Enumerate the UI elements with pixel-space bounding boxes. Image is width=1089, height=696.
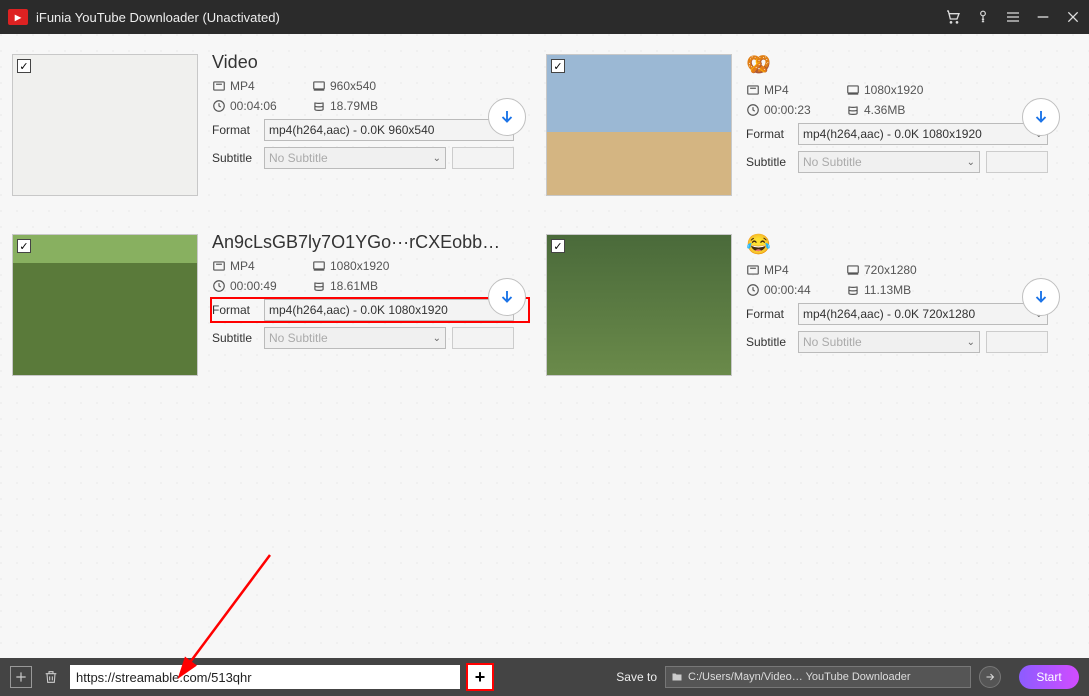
- format-badge: MP4: [212, 259, 294, 273]
- resolution-badge: 720x1280: [846, 263, 946, 277]
- download-button[interactable]: [488, 278, 526, 316]
- add-url-button[interactable]: +: [468, 665, 492, 689]
- duration-badge: 00:00:23: [746, 103, 828, 117]
- window-title: iFunia YouTube Downloader (Unactivated): [36, 10, 945, 25]
- subtitle-label: Subtitle: [746, 335, 792, 349]
- resolution-badge: 1080x1920: [846, 83, 946, 97]
- select-checkbox[interactable]: ✓: [551, 59, 565, 73]
- bottombar: + Save to C:/Users/Mayn/Video… YouTube D…: [0, 658, 1089, 696]
- resolution-badge: 1080x1920: [312, 259, 412, 273]
- subtitle-extra-select[interactable]: [986, 331, 1048, 353]
- size-badge: 18.61MB: [312, 279, 412, 293]
- video-card: ✓ An9cLsGB7ly7O1YGo···rCXEobbYDZ3EgJI MP…: [12, 232, 528, 392]
- video-thumbnail[interactable]: ✓: [546, 234, 732, 376]
- subtitle-row: Subtitle No Subtitle⌄: [746, 331, 1062, 353]
- key-icon[interactable]: [975, 9, 991, 25]
- format-badge: MP4: [746, 263, 828, 277]
- format-row: Format mp4(h264,aac) - 0.0K 1080x1920⌄: [746, 123, 1062, 145]
- subtitle-extra-select[interactable]: [452, 327, 514, 349]
- format-label: Format: [746, 127, 792, 141]
- duration-badge: 00:00:49: [212, 279, 294, 293]
- video-thumbnail[interactable]: ✓: [12, 54, 198, 196]
- format-label: Format: [212, 123, 258, 137]
- format-badge: MP4: [212, 79, 294, 93]
- download-button[interactable]: [1022, 98, 1060, 136]
- start-button[interactable]: Start: [1019, 665, 1079, 689]
- video-thumbnail[interactable]: ✓: [12, 234, 198, 376]
- subtitle-select[interactable]: No Subtitle⌄: [264, 147, 446, 169]
- video-title: 🥨: [746, 52, 1062, 77]
- select-checkbox[interactable]: ✓: [17, 59, 31, 73]
- subtitle-select[interactable]: No Subtitle⌄: [798, 331, 980, 353]
- size-badge: 18.79MB: [312, 99, 412, 113]
- subtitle-label: Subtitle: [212, 331, 258, 345]
- size-badge: 11.13MB: [846, 283, 946, 297]
- add-task-icon[interactable]: [10, 666, 32, 688]
- video-list: ✓ Video MP4 960x540 00:04:06 18.79MB For…: [0, 34, 1089, 658]
- resolution-badge: 960x540: [312, 79, 412, 93]
- subtitle-row: Subtitle No Subtitle⌄: [212, 327, 528, 349]
- download-button[interactable]: [1022, 278, 1060, 316]
- format-row: Format mp4(h264,aac) - 0.0K 1080x1920⌄: [212, 299, 528, 321]
- subtitle-label: Subtitle: [746, 155, 792, 169]
- video-thumbnail[interactable]: ✓: [546, 54, 732, 196]
- format-label: Format: [746, 307, 792, 321]
- delete-icon[interactable]: [40, 666, 62, 688]
- cart-icon[interactable]: [945, 9, 961, 25]
- format-label: Format: [212, 303, 258, 317]
- format-select[interactable]: mp4(h264,aac) - 0.0K 960x540⌄: [264, 119, 514, 141]
- size-badge: 4.36MB: [846, 103, 946, 117]
- video-title: An9cLsGB7ly7O1YGo···rCXEobbYDZ3EgJI: [212, 232, 512, 253]
- duration-badge: 00:00:44: [746, 283, 828, 297]
- close-icon[interactable]: [1065, 9, 1081, 25]
- subtitle-select[interactable]: No Subtitle⌄: [264, 327, 446, 349]
- duration-badge: 00:04:06: [212, 99, 294, 113]
- titlebar: ▶ iFunia YouTube Downloader (Unactivated…: [0, 0, 1089, 34]
- subtitle-select[interactable]: No Subtitle⌄: [798, 151, 980, 173]
- format-row: Format mp4(h264,aac) - 0.0K 960x540⌄: [212, 119, 528, 141]
- subtitle-label: Subtitle: [212, 151, 258, 165]
- subtitle-row: Subtitle No Subtitle⌄: [746, 151, 1062, 173]
- select-checkbox[interactable]: ✓: [551, 239, 565, 253]
- video-card: ✓ 🥨 MP4 1080x1920 00:00:23 4.36MB Format…: [546, 52, 1062, 212]
- format-badge: MP4: [746, 83, 828, 97]
- format-select[interactable]: mp4(h264,aac) - 0.0K 720x1280⌄: [798, 303, 1048, 325]
- format-select[interactable]: mp4(h264,aac) - 0.0K 1080x1920⌄: [264, 299, 514, 321]
- url-input[interactable]: [70, 665, 460, 689]
- open-folder-button[interactable]: [979, 666, 1001, 688]
- minimize-icon[interactable]: [1035, 9, 1051, 25]
- select-checkbox[interactable]: ✓: [17, 239, 31, 253]
- save-to-label: Save to: [616, 670, 657, 684]
- format-row: Format mp4(h264,aac) - 0.0K 720x1280⌄: [746, 303, 1062, 325]
- save-path-selector[interactable]: C:/Users/Mayn/Video… YouTube Downloader: [665, 666, 971, 688]
- subtitle-extra-select[interactable]: [986, 151, 1048, 173]
- video-title: 😂: [746, 232, 1062, 257]
- subtitle-row: Subtitle No Subtitle⌄: [212, 147, 528, 169]
- video-card: ✓ Video MP4 960x540 00:04:06 18.79MB For…: [12, 52, 528, 212]
- video-title: Video: [212, 52, 512, 73]
- menu-icon[interactable]: [1005, 9, 1021, 25]
- download-button[interactable]: [488, 98, 526, 136]
- save-path-text: C:/Users/Mayn/Video… YouTube Downloader: [688, 671, 911, 683]
- video-card: ✓ 😂 MP4 720x1280 00:00:44 11.13MB Format…: [546, 232, 1062, 392]
- subtitle-extra-select[interactable]: [452, 147, 514, 169]
- format-select[interactable]: mp4(h264,aac) - 0.0K 1080x1920⌄: [798, 123, 1048, 145]
- app-logo-icon: ▶: [8, 9, 28, 25]
